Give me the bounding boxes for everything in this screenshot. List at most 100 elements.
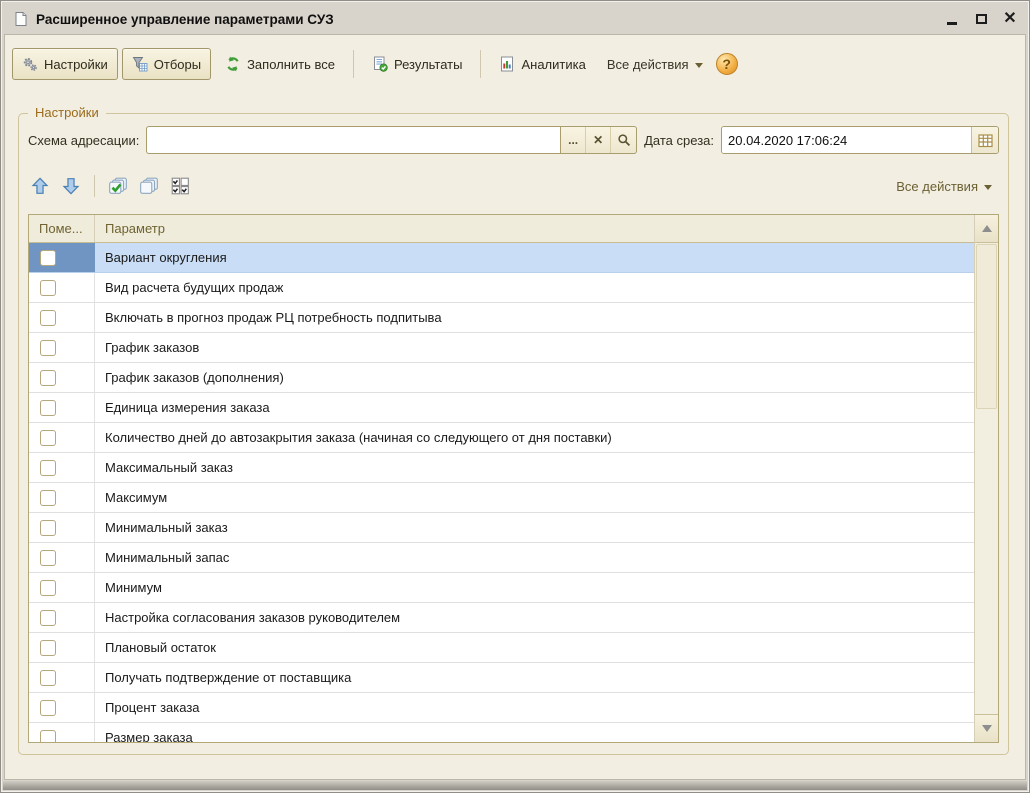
- toolbar-separator: [94, 175, 95, 197]
- help-button[interactable]: ?: [716, 53, 738, 75]
- column-header-checked[interactable]: Поме...: [29, 215, 95, 242]
- clear-icon[interactable]: ✕: [586, 127, 611, 153]
- parameter-name: Размер заказа: [95, 723, 974, 742]
- table-all-actions-label: Все действия: [896, 179, 978, 194]
- parameter-name: Максимум: [95, 483, 974, 512]
- vertical-scrollbar[interactable]: [974, 215, 998, 742]
- parameter-name: Количество дней до автозакрытия заказа (…: [95, 423, 974, 452]
- table-row[interactable]: Вид расчета будущих продаж: [29, 273, 974, 303]
- parameter-name: Плановый остаток: [95, 633, 974, 662]
- maximize-button[interactable]: [974, 12, 988, 26]
- app-window: Расширенное управление параметрами СУЗ Н…: [0, 0, 1030, 793]
- addressing-scheme-input[interactable]: [146, 126, 560, 154]
- results-button[interactable]: Результаты: [362, 48, 472, 80]
- filters-button-label: Отборы: [154, 57, 201, 72]
- move-down-icon[interactable]: [59, 174, 83, 198]
- main-toolbar: Настройки Отборы: [5, 35, 1025, 91]
- titlebar: Расширенное управление параметрами СУЗ: [4, 4, 1026, 34]
- chevron-down-icon: [984, 185, 992, 190]
- settings-button[interactable]: Настройки: [12, 48, 118, 80]
- table-row[interactable]: Минимум: [29, 573, 974, 603]
- row-checkbox[interactable]: [40, 670, 56, 686]
- parameter-name: Получать подтверждение от поставщика: [95, 663, 974, 692]
- row-checkbox[interactable]: [40, 490, 56, 506]
- fill-all-button[interactable]: Заполнить все: [215, 48, 345, 80]
- parameter-name: Минимальный заказ: [95, 513, 974, 542]
- table-row[interactable]: Вариант округления: [29, 243, 974, 273]
- table-row[interactable]: Максимум: [29, 483, 974, 513]
- row-checkbox[interactable]: [40, 430, 56, 446]
- settings-groupbox: Настройки Схема адресации: ... ✕: [18, 113, 1009, 755]
- parameter-name: Единица измерения заказа: [95, 393, 974, 422]
- checked-cell: [29, 633, 95, 662]
- move-up-icon[interactable]: [28, 174, 52, 198]
- row-checkbox[interactable]: [40, 280, 56, 296]
- parameter-name: Процент заказа: [95, 693, 974, 722]
- table-row[interactable]: Плановый остаток: [29, 633, 974, 663]
- checked-cell: [29, 243, 95, 272]
- checked-cell: [29, 693, 95, 722]
- parameter-name: Минимум: [95, 573, 974, 602]
- minimize-button[interactable]: [945, 12, 959, 26]
- row-checkbox[interactable]: [40, 550, 56, 566]
- filters-button[interactable]: Отборы: [122, 48, 211, 80]
- parameter-name: Вид расчета будущих продаж: [95, 273, 974, 302]
- table-body: Вариант округления Вид расчета будущих п…: [29, 243, 974, 742]
- scrollbar-thumb[interactable]: [976, 244, 997, 409]
- all-actions-label: Все действия: [607, 57, 689, 72]
- table-all-actions-menu[interactable]: Все действия: [889, 174, 999, 198]
- row-checkbox[interactable]: [40, 520, 56, 536]
- window-frame-bottom: [3, 781, 1027, 790]
- settings-row: Схема адресации: ... ✕ Дата: [28, 125, 999, 155]
- table-row[interactable]: Настройка согласования заказов руководит…: [29, 603, 974, 633]
- table-row[interactable]: Получать подтверждение от поставщика: [29, 663, 974, 693]
- table-header: Поме... Параметр: [29, 215, 998, 243]
- row-checkbox[interactable]: [40, 370, 56, 386]
- table-row[interactable]: График заказов (дополнения): [29, 363, 974, 393]
- table-row[interactable]: Единица измерения заказа: [29, 393, 974, 423]
- parameter-name: Вариант округления: [95, 243, 974, 272]
- invert-check-icon[interactable]: [168, 174, 192, 198]
- analytics-button[interactable]: Аналитика: [489, 48, 595, 80]
- table-row[interactable]: График заказов: [29, 333, 974, 363]
- column-header-parameter[interactable]: Параметр: [95, 221, 998, 236]
- scroll-down-icon[interactable]: [975, 714, 998, 742]
- addressing-scheme-field: ... ✕: [146, 126, 637, 154]
- table-row[interactable]: Минимальный запас: [29, 543, 974, 573]
- checked-cell: [29, 363, 95, 392]
- magnifier-icon[interactable]: [611, 127, 636, 153]
- row-checkbox[interactable]: [40, 250, 56, 266]
- table-row[interactable]: Минимальный заказ: [29, 513, 974, 543]
- parameter-name: Максимальный заказ: [95, 453, 974, 482]
- uncheck-all-icon[interactable]: [137, 174, 161, 198]
- checked-cell: [29, 603, 95, 632]
- table-row[interactable]: Процент заказа: [29, 693, 974, 723]
- checked-cell: [29, 573, 95, 602]
- row-checkbox[interactable]: [40, 580, 56, 596]
- all-actions-menu[interactable]: Все действия: [600, 48, 710, 80]
- row-checkbox[interactable]: [40, 400, 56, 416]
- table-row[interactable]: Количество дней до автозакрытия заказа (…: [29, 423, 974, 453]
- row-checkbox[interactable]: [40, 730, 56, 743]
- calendar-icon[interactable]: [971, 127, 998, 153]
- table-row[interactable]: Максимальный заказ: [29, 453, 974, 483]
- check-all-icon[interactable]: [106, 174, 130, 198]
- date-slice-input[interactable]: [722, 127, 971, 153]
- table-row[interactable]: Включать в прогноз продаж РЦ потребность…: [29, 303, 974, 333]
- row-checkbox[interactable]: [40, 640, 56, 656]
- row-checkbox[interactable]: [40, 460, 56, 476]
- row-checkbox[interactable]: [40, 340, 56, 356]
- close-button[interactable]: [1003, 12, 1017, 26]
- row-checkbox[interactable]: [40, 610, 56, 626]
- row-checkbox[interactable]: [40, 700, 56, 716]
- ellipsis-button[interactable]: ...: [561, 127, 586, 153]
- chevron-down-icon: [695, 63, 703, 68]
- groupbox-title: Настройки: [28, 105, 106, 120]
- row-checkbox[interactable]: [40, 310, 56, 326]
- checked-cell: [29, 543, 95, 572]
- checked-cell: [29, 423, 95, 452]
- table-row[interactable]: Размер заказа: [29, 723, 974, 742]
- checked-cell: [29, 333, 95, 362]
- toolbar-separator: [353, 50, 354, 78]
- scroll-up-icon[interactable]: [975, 215, 998, 243]
